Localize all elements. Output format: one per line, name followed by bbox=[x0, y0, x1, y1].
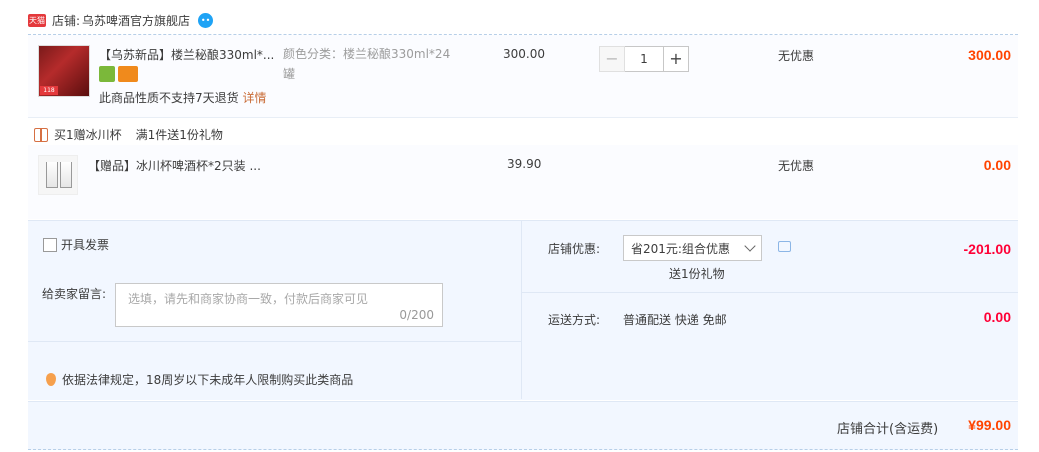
return-policy-note: 此商品性质不支持7天退货 详情 bbox=[99, 89, 266, 106]
shop-discount-amount: -201.00 bbox=[963, 241, 1011, 257]
memo-placeholder: 选填，请先和商家协商一致，付款后商家可见 bbox=[128, 292, 369, 306]
invoice-option[interactable]: 开具发票 bbox=[43, 236, 109, 253]
invoice-checkbox[interactable] bbox=[43, 237, 57, 252]
item-subtotal: 300.00 bbox=[968, 47, 1011, 63]
unit-price: 300.00 bbox=[503, 47, 545, 61]
legal-notice: 依据法律规定，18周岁以下未成年人限制购买此类商品 bbox=[46, 371, 353, 388]
sku-label-cont: 罐 bbox=[283, 67, 296, 81]
glass-icon bbox=[60, 162, 72, 188]
promo-desc: 满1件送1份礼物 bbox=[135, 128, 223, 142]
return-policy-link[interactable]: 详情 bbox=[242, 91, 266, 105]
sku-label: 颜色分类：楼兰秘酿330ml*24 bbox=[283, 47, 451, 61]
decrease-quantity-button[interactable]: − bbox=[599, 46, 625, 72]
tmall-icon: 天猫 bbox=[28, 13, 46, 27]
shop-label: 店铺: bbox=[52, 13, 81, 28]
shop-header: 天猫 店铺: 乌苏啤酒官方旗舰店 •• bbox=[28, 8, 214, 32]
memo-label: 给卖家留言: bbox=[42, 287, 107, 301]
invoice-label: 开具发票 bbox=[61, 238, 110, 252]
shop-discount-label: 店铺优惠: bbox=[548, 242, 601, 256]
promo-line: 买1赠冰川杯 满1件送1份礼物 bbox=[34, 126, 237, 143]
service-badges bbox=[99, 66, 141, 82]
divider bbox=[28, 341, 522, 342]
message-icon[interactable] bbox=[778, 241, 791, 252]
quantity-stepper: − 1 + bbox=[599, 46, 689, 72]
gift-thumbnail[interactable] bbox=[38, 155, 78, 195]
promo-tag: 买1赠冰川杯 bbox=[54, 128, 122, 142]
return-policy-text: 此商品性质不支持7天退货 bbox=[99, 91, 239, 105]
gift-unit-price: 39.90 bbox=[507, 157, 542, 171]
legal-notice-text: 依据法律规定，18周岁以下未成年人限制购买此类商品 bbox=[62, 373, 354, 387]
shop-name-link[interactable]: 乌苏啤酒官方旗舰店 bbox=[82, 12, 190, 29]
shipping-amount: 0.00 bbox=[983, 309, 1011, 325]
shop-total-value: ¥99.00 bbox=[968, 417, 1011, 433]
thumb-price-tag: 118 bbox=[40, 86, 58, 95]
divider bbox=[28, 117, 1018, 118]
credit-card-icon bbox=[118, 66, 138, 82]
shop-discount-selected: 省201元:组合优惠 bbox=[631, 241, 730, 256]
location-pin-icon bbox=[46, 373, 56, 386]
gift-discount: 无优惠 bbox=[778, 159, 815, 173]
memo-char-count: 0/200 bbox=[399, 308, 434, 322]
chevron-down-icon bbox=[744, 240, 756, 252]
shipping-label: 运送方式: bbox=[548, 313, 601, 327]
shop-total-label: 店铺合计(含运费) bbox=[837, 422, 939, 437]
product-thumbnail[interactable]: 118 bbox=[38, 45, 90, 97]
product-title-link[interactable]: 【乌苏新品】楼兰秘酿330ml*... bbox=[99, 46, 274, 63]
sku-info[interactable]: 颜色分类：楼兰秘酿330ml*24 罐 bbox=[283, 44, 450, 84]
shipping-value: 普通配送 快递 免邮 bbox=[623, 313, 727, 327]
shop-discount-select[interactable]: 省201元:组合优惠 bbox=[623, 235, 762, 261]
divider bbox=[522, 292, 1018, 293]
quantity-input[interactable]: 1 bbox=[625, 46, 663, 72]
gift-title-link[interactable]: 【赠品】冰川杯啤酒杯*2只装 ... bbox=[88, 157, 261, 174]
gift-subtotal: 0.00 bbox=[983, 157, 1011, 173]
glass-icon bbox=[46, 162, 58, 188]
increase-quantity-button[interactable]: + bbox=[663, 46, 689, 72]
gift-icon bbox=[34, 127, 48, 142]
shop-discount-sub: 送1份礼物 bbox=[669, 267, 725, 281]
guarantee-icon bbox=[99, 66, 115, 82]
chat-bubble-icon[interactable]: •• bbox=[198, 12, 214, 28]
item-discount: 无优惠 bbox=[778, 49, 815, 63]
memo-textarea[interactable]: 选填，请先和商家协商一致，付款后商家可见 0/200 bbox=[115, 283, 443, 327]
